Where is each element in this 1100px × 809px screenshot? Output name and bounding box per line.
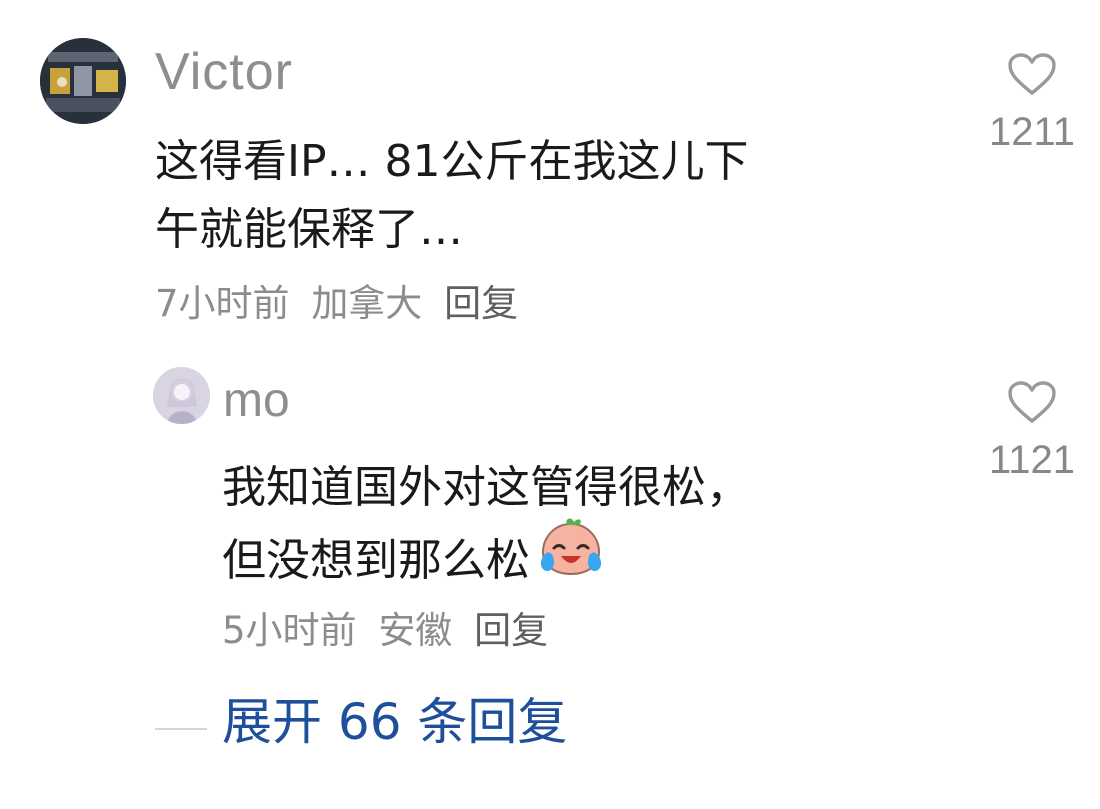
divider [155,728,207,730]
comment-time: 5小时前 [222,609,357,652]
crying-laughing-emoji-icon [534,516,608,598]
avatar-image [153,367,210,424]
comment-meta: 5小时前 安徽 回复 [222,612,558,649]
reply-button[interactable]: 回复 [444,282,518,325]
comment-line: 午就能保释了… [155,204,463,255]
like-count: 1211 [988,110,1075,154]
avatar[interactable] [40,38,126,124]
comment-line: 我知道国外对这管得很松， [222,462,750,513]
comment-location: 加拿大 [311,282,423,325]
comment-line-with-emoji: 但没想到那么松 [222,518,750,604]
comment-meta: 7小时前 加拿大 回复 [155,285,528,322]
comment-line: 但没想到那么松 [222,535,530,586]
avatar[interactable] [153,367,210,424]
expand-replies-button[interactable]: 展开 66 条回复 [222,697,567,747]
comment-time: 7小时前 [155,282,290,325]
like-button[interactable]: 1211 [977,52,1087,152]
avatar-image [40,38,126,124]
comment-text: 这得看IP… 81公斤在我这儿下 午就能保释了… [155,128,748,264]
heart-icon [1008,53,1056,95]
like-button[interactable]: 1121 [977,380,1087,480]
username[interactable]: Victor [155,46,293,98]
like-count: 1121 [988,438,1075,482]
comment-location: 安徽 [378,609,453,652]
comment-text: 我知道国外对这管得很松， 但没想到那么松 [222,454,750,604]
reply-button[interactable]: 回复 [474,609,548,652]
comment-line: 这得看IP… 81公斤在我这儿下 [155,136,749,187]
heart-icon [1008,381,1056,423]
username[interactable]: mo [223,377,290,425]
